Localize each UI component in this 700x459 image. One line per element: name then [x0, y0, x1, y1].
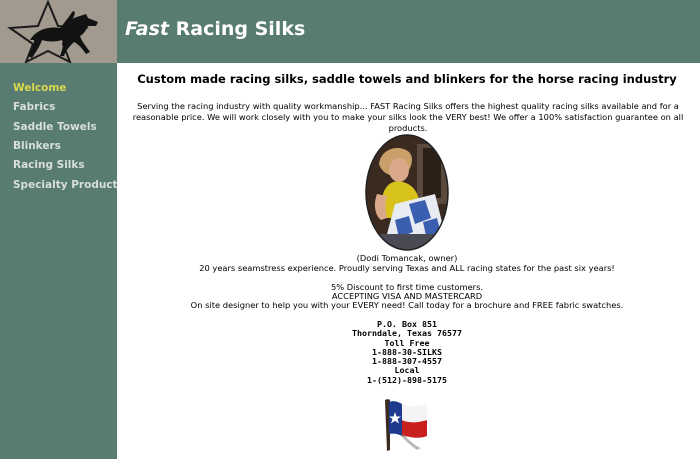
- site-title: Fast Racing Silks: [125, 18, 305, 40]
- horse-star-logo[interactable]: [0, 0, 117, 63]
- sidebar-item-blinkers[interactable]: Blinkers: [13, 140, 61, 152]
- sidebar-item-specialty-products[interactable]: Specialty Products: [13, 179, 124, 191]
- local-number: 1-(512)-898-5175: [367, 374, 447, 385]
- sidebar-item-fabrics[interactable]: Fabrics: [13, 101, 55, 113]
- experience-text: 20 years seamstress experience. Proudly …: [199, 263, 615, 273]
- horse-star-icon: [7, 0, 98, 63]
- intro-paragraph: Serving the racing industry with quality…: [132, 101, 684, 133]
- texas-flag-icon: [385, 399, 427, 451]
- site-title-emphasis: Fast: [125, 18, 170, 40]
- designer-text: On site designer to help you with your E…: [190, 300, 624, 310]
- sidebar-nav: Welcome Fabrics Saddle Towels Blinkers R…: [0, 63, 124, 459]
- site-title-rest: Racing Silks: [175, 18, 306, 40]
- owner-caption: (Dodi Tomancak, owner): [356, 253, 458, 263]
- sidebar-item-welcome[interactable]: Welcome: [13, 82, 66, 94]
- page-headline: Custom made racing silks, saddle towels …: [137, 72, 677, 86]
- contact-block: P.O. Box 851 Thorndale, Texas 76577 Toll…: [118, 319, 696, 385]
- main-content: Custom made racing silks, saddle towels …: [118, 63, 700, 459]
- site-header: Fast Racing Silks: [0, 0, 700, 63]
- owner-photo: [365, 134, 449, 251]
- sidebar-item-saddle-towels[interactable]: Saddle Towels: [13, 121, 97, 133]
- sidebar-item-racing-silks[interactable]: Racing Silks: [13, 159, 85, 171]
